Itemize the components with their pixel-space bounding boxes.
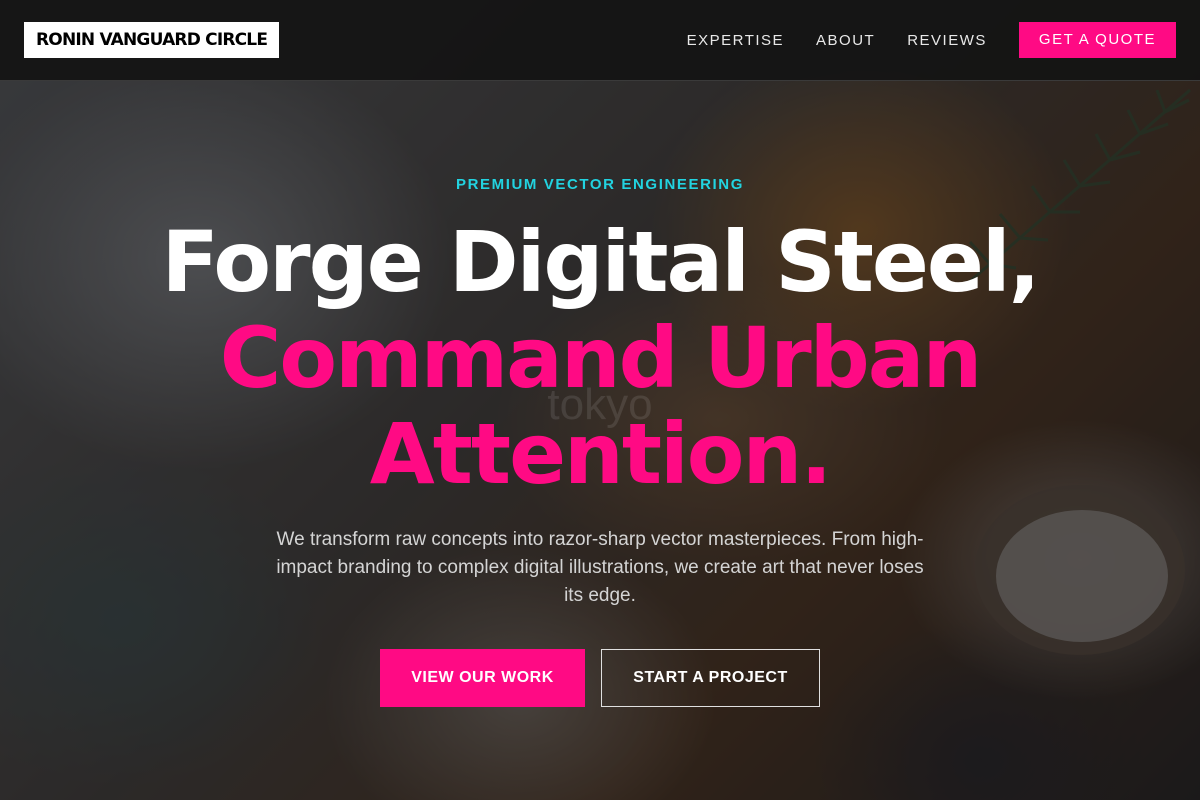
brand-logo[interactable]: RONIN VANGUARD CIRCLE	[24, 22, 280, 58]
nav-link-reviews[interactable]: REVIEWS	[907, 32, 987, 49]
hero-subtext: We transform raw concepts into razor-sha…	[276, 529, 924, 606]
headline-line-3: Attention.	[369, 405, 832, 503]
hero-cta-row: VIEW OUR WORK START A PROJECT	[0, 649, 1200, 707]
nav-link-about[interactable]: ABOUT	[816, 32, 875, 49]
main-nav: EXPERTISE ABOUT REVIEWS GET A QUOTE	[687, 22, 1176, 58]
hero-headline: Forge Digital Steel, Command Urban Atten…	[0, 214, 1200, 502]
site-header: RONIN VANGUARD CIRCLE EXPERTISE ABOUT RE…	[0, 0, 1200, 81]
hero-eyebrow: PREMIUM VECTOR ENGINEERING	[455, 176, 745, 193]
nav-link-expertise[interactable]: EXPERTISE	[687, 32, 784, 49]
view-our-work-button[interactable]: VIEW OUR WORK	[380, 649, 585, 707]
start-a-project-button[interactable]: START A PROJECT	[601, 649, 820, 707]
headline-line-2: Command Urban	[219, 309, 983, 407]
headline-line-1: Forge Digital Steel,	[161, 213, 1040, 311]
get-quote-button[interactable]: GET A QUOTE	[1018, 22, 1176, 58]
